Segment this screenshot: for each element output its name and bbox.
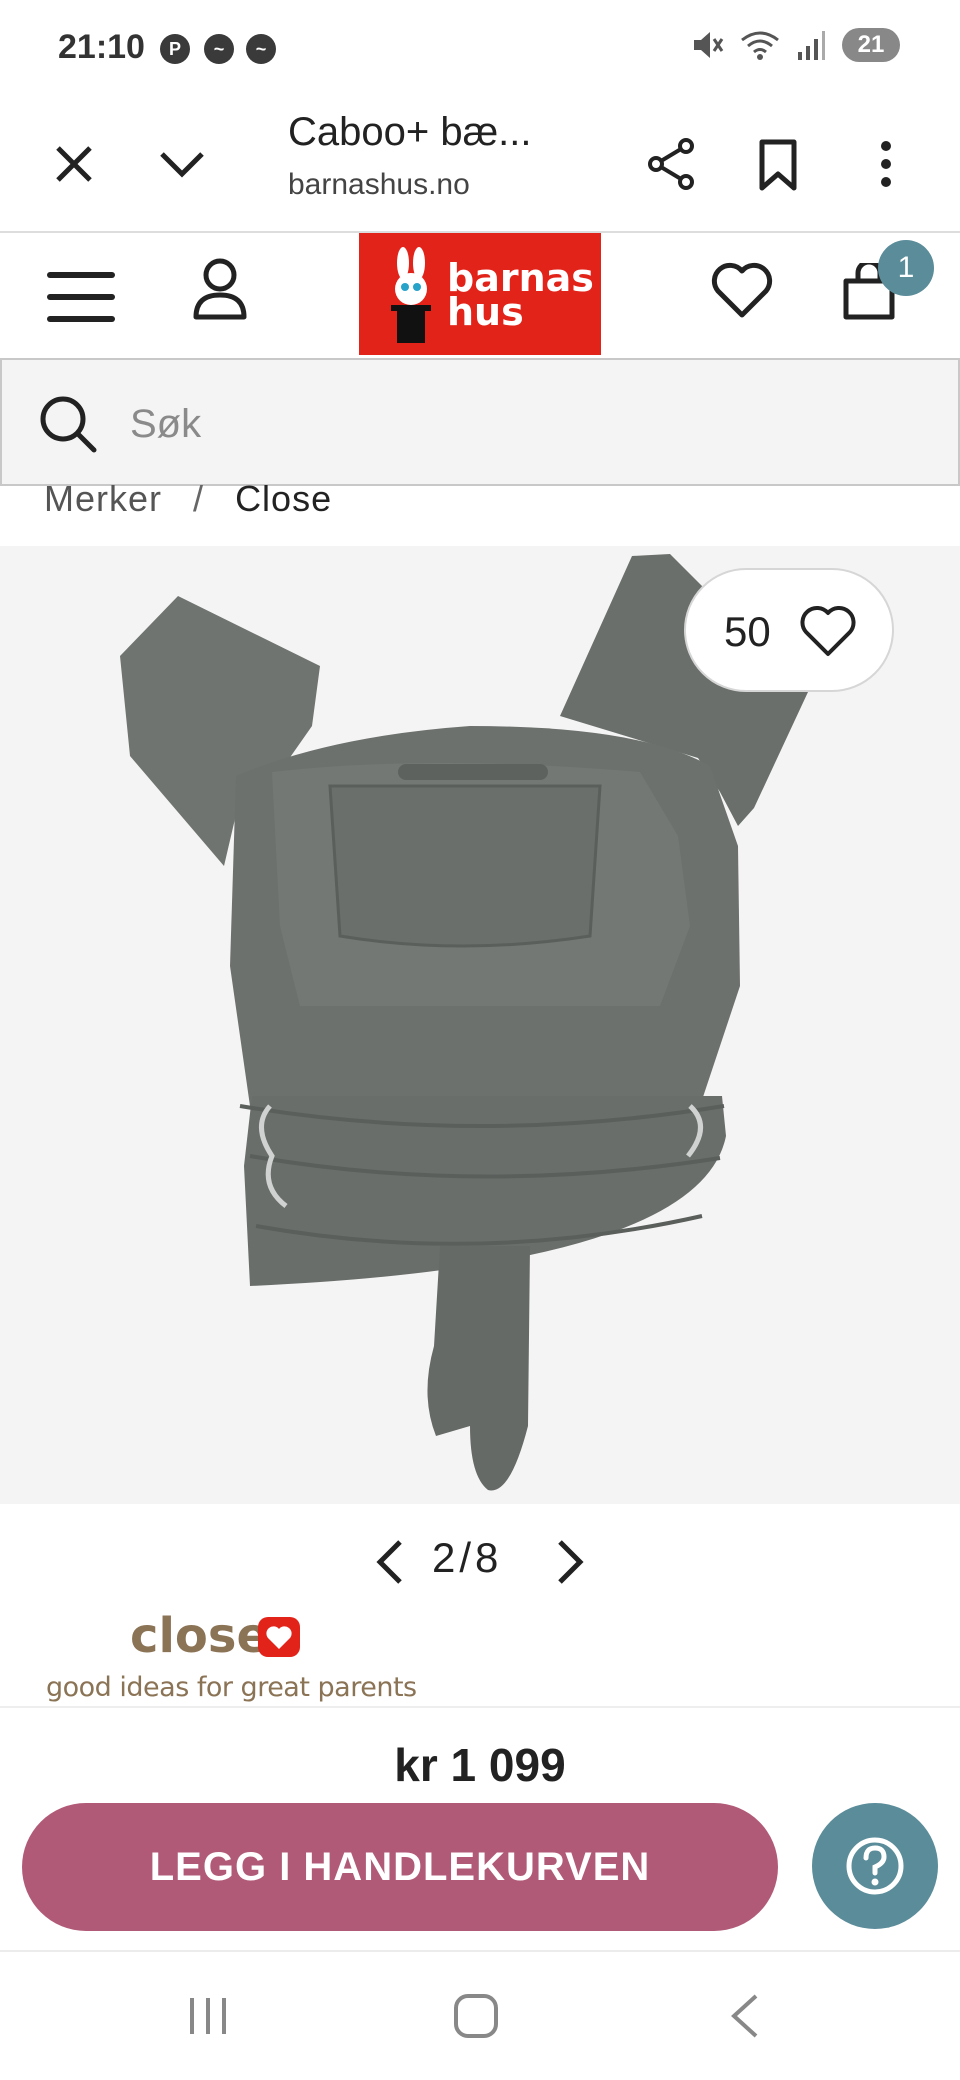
brand-tagline: good ideas for great parents <box>46 1672 417 1703</box>
product-price: kr 1 099 <box>394 1739 566 1791</box>
rabbit-logo-icon <box>391 247 431 343</box>
messenger-icon: ~ <box>246 34 276 64</box>
close-icon[interactable] <box>44 134 104 194</box>
status-icons: 21 <box>690 28 900 62</box>
share-icon[interactable] <box>642 134 702 194</box>
image-pager: 2/8 <box>370 1530 590 1590</box>
user-icon[interactable] <box>190 257 250 323</box>
bookmark-icon[interactable] <box>748 134 808 194</box>
pager-separator: / <box>459 1534 476 1581</box>
favorite-button[interactable]: 50 <box>684 568 894 692</box>
search-input[interactable] <box>130 396 910 452</box>
page-domain[interactable]: barnashus.no <box>288 168 470 202</box>
help-button[interactable] <box>812 1803 938 1929</box>
recent-apps-icon[interactable] <box>184 1992 232 2040</box>
menu-icon[interactable] <box>46 267 116 327</box>
back-icon[interactable] <box>726 1992 766 2040</box>
pager-total: 8 <box>475 1534 503 1581</box>
pager-text: 2/8 <box>432 1534 502 1582</box>
status-bar: 21:10 P ~ ~ 21 <box>0 0 960 96</box>
heart-icon <box>800 605 856 656</box>
logo-text-line2: hus <box>447 290 524 334</box>
battery-indicator: 21 <box>842 28 900 62</box>
add-to-cart-button[interactable]: LEGG I HANDLEKURVEN <box>22 1803 778 1931</box>
favorite-count: 50 <box>724 608 771 655</box>
mute-icon <box>694 32 724 58</box>
wifi-icon <box>741 31 779 60</box>
system-nav-bar <box>0 1952 960 2080</box>
search-bar[interactable] <box>0 358 960 486</box>
logo-text: barnas hus <box>447 259 594 334</box>
divider <box>0 1706 960 1708</box>
help-icon <box>846 1837 904 1895</box>
breadcrumb-item-close[interactable]: Close <box>235 478 332 519</box>
home-icon[interactable] <box>452 1992 500 2040</box>
pager-current: 2 <box>432 1534 460 1581</box>
site-logo[interactable]: barnas hus <box>359 233 601 355</box>
breadcrumb: Merker / Close <box>44 478 332 520</box>
chevron-right-icon[interactable] <box>550 1536 590 1588</box>
page-title[interactable]: Caboo+ bæ... <box>288 110 532 155</box>
chevron-down-icon[interactable] <box>152 134 212 194</box>
status-time: 21:10 <box>58 28 145 66</box>
breadcrumb-item-merker[interactable]: Merker <box>44 478 162 519</box>
messenger-icon: ~ <box>204 34 234 64</box>
brand-name[interactable]: close <box>130 1608 269 1664</box>
more-icon[interactable] <box>856 134 916 194</box>
signal-icon <box>798 31 825 60</box>
search-icon <box>40 396 97 453</box>
cart-count-badge: 1 <box>878 240 934 296</box>
brand-heart-icon <box>258 1617 300 1657</box>
chevron-left-icon[interactable] <box>370 1536 410 1588</box>
breadcrumb-separator: / <box>193 478 205 519</box>
pinterest-icon: P <box>160 34 190 64</box>
heart-icon[interactable] <box>710 261 774 321</box>
